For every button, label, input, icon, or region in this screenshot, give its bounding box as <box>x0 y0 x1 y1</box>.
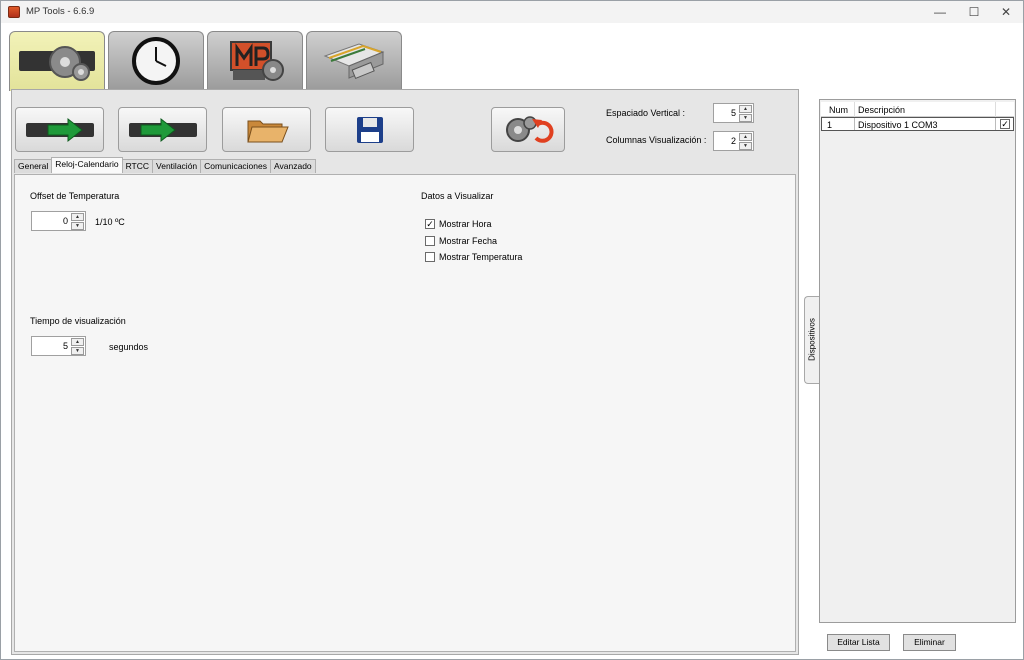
datos-label: Datos a Visualizar <box>421 191 494 201</box>
offset-value: 0 <box>62 216 68 226</box>
tab-rtcc[interactable]: RTCC <box>121 159 154 173</box>
offset-stepper[interactable]: 0 ▲ ▼ <box>31 211 86 231</box>
device-list-panel: Num Descripción 1 Dispositivo 1 COM3 ✓ <box>819 99 1016 623</box>
row-num: 1 <box>827 120 833 130</box>
spin-up-icon[interactable]: ▲ <box>71 213 84 221</box>
mp-tools-logo-icon <box>230 40 284 81</box>
tab-avanzado[interactable]: Avanzado <box>270 159 316 173</box>
editar-lista-button[interactable]: Editar Lista <box>827 634 890 651</box>
settings-gears-icon <box>19 45 95 81</box>
mostrar-hora-checkbox[interactable]: ✓ <box>425 219 435 229</box>
table-row[interactable]: 1 Dispositivo 1 COM3 ✓ <box>821 117 1014 131</box>
eliminar-button[interactable]: Eliminar <box>903 634 956 651</box>
mostrar-fecha-label: Mostrar Fecha <box>439 236 498 246</box>
open-folder-icon <box>246 120 289 142</box>
window-title: MP Tools - 6.6.9 <box>26 6 95 17</box>
spin-down-icon[interactable]: ▼ <box>739 142 752 150</box>
tab-general[interactable]: General <box>14 159 53 173</box>
reset-button[interactable] <box>491 107 565 152</box>
tab-comunicaciones[interactable]: Comunicaciones <box>200 159 271 173</box>
device-table-header: Num Descripción <box>821 102 1014 117</box>
download-button[interactable] <box>15 107 104 152</box>
clock-icon <box>132 36 180 85</box>
columnas-value: 2 <box>730 136 736 146</box>
columnas-stepper[interactable]: 2 ▲ ▼ <box>713 131 754 151</box>
close-button[interactable]: ✕ <box>989 1 1023 23</box>
tiempo-stepper[interactable]: 5 ▲ ▼ <box>31 336 86 356</box>
upload-arrow-icon <box>128 117 197 142</box>
mostrar-temperatura-checkbox[interactable] <box>425 252 435 262</box>
column-num[interactable]: Num <box>829 105 848 115</box>
espaciado-value: 5 <box>730 108 736 118</box>
espaciado-label: Espaciado Vertical : <box>606 108 686 118</box>
spin-up-icon[interactable]: ▲ <box>739 105 752 113</box>
mostrar-fecha-checkbox[interactable] <box>425 236 435 246</box>
tiempo-value: 5 <box>62 341 68 351</box>
tab-reloj-calendario[interactable]: Reloj-Calendario <box>51 157 123 173</box>
tab-mp-tools[interactable] <box>207 31 303 89</box>
maximize-button[interactable]: ☐ <box>957 1 991 23</box>
spin-up-icon[interactable]: ▲ <box>739 133 752 141</box>
tiempo-label: Tiempo de visualización <box>30 316 126 326</box>
tab-content: Offset de Temperatura 0 ▲ ▼ 1/10 ºC Tiem… <box>14 174 796 652</box>
upload-button[interactable] <box>118 107 207 152</box>
tab-ventilacion[interactable]: Ventilación <box>152 159 202 173</box>
download-arrow-icon <box>25 117 94 142</box>
tiempo-unit: segundos <box>109 342 149 352</box>
save-disk-icon <box>356 116 383 143</box>
serial-connector-icon <box>323 42 385 79</box>
mostrar-hora-label: Mostrar Hora <box>439 219 492 229</box>
spin-down-icon[interactable]: ▼ <box>739 114 752 122</box>
dispositivos-side-tab[interactable]: Dispositivos <box>804 296 820 384</box>
config-panel: Espaciado Vertical : 5 ▲ ▼ Columnas Visu… <box>11 89 799 655</box>
open-button[interactable] <box>222 107 311 152</box>
espaciado-stepper[interactable]: 5 ▲ ▼ <box>713 103 754 123</box>
tab-configuracion[interactable] <box>9 31 105 91</box>
title-bar: MP Tools - 6.6.9 — ☐ ✕ <box>1 1 1023 23</box>
spin-down-icon[interactable]: ▼ <box>71 347 84 355</box>
tab-comunicacion[interactable] <box>306 31 402 89</box>
columnas-label: Columnas Visualización : <box>606 135 707 145</box>
column-descripcion[interactable]: Descripción <box>858 105 905 115</box>
app-icon <box>8 6 20 18</box>
dispositivos-label: Dispositivos <box>807 318 817 361</box>
spin-up-icon[interactable]: ▲ <box>71 338 84 346</box>
main-window: MP Tools - 6.6.9 — ☐ ✕ Espaciado Vertica… <box>0 0 1024 660</box>
offset-unit: 1/10 ºC <box>95 217 125 227</box>
tab-reloj[interactable] <box>108 31 204 89</box>
spin-down-icon[interactable]: ▼ <box>71 222 84 230</box>
minimize-button[interactable]: — <box>923 1 957 23</box>
offset-label: Offset de Temperatura <box>30 191 120 201</box>
mostrar-temperatura-label: Mostrar Temperatura <box>439 252 523 262</box>
save-button[interactable] <box>325 107 414 152</box>
row-descripcion: Dispositivo 1 COM3 <box>858 120 938 130</box>
sub-tabs: General Reloj-Calendario RTCC Ventilació… <box>14 157 316 174</box>
row-checkbox[interactable]: ✓ <box>1000 119 1010 129</box>
reset-settings-icon <box>506 115 554 143</box>
